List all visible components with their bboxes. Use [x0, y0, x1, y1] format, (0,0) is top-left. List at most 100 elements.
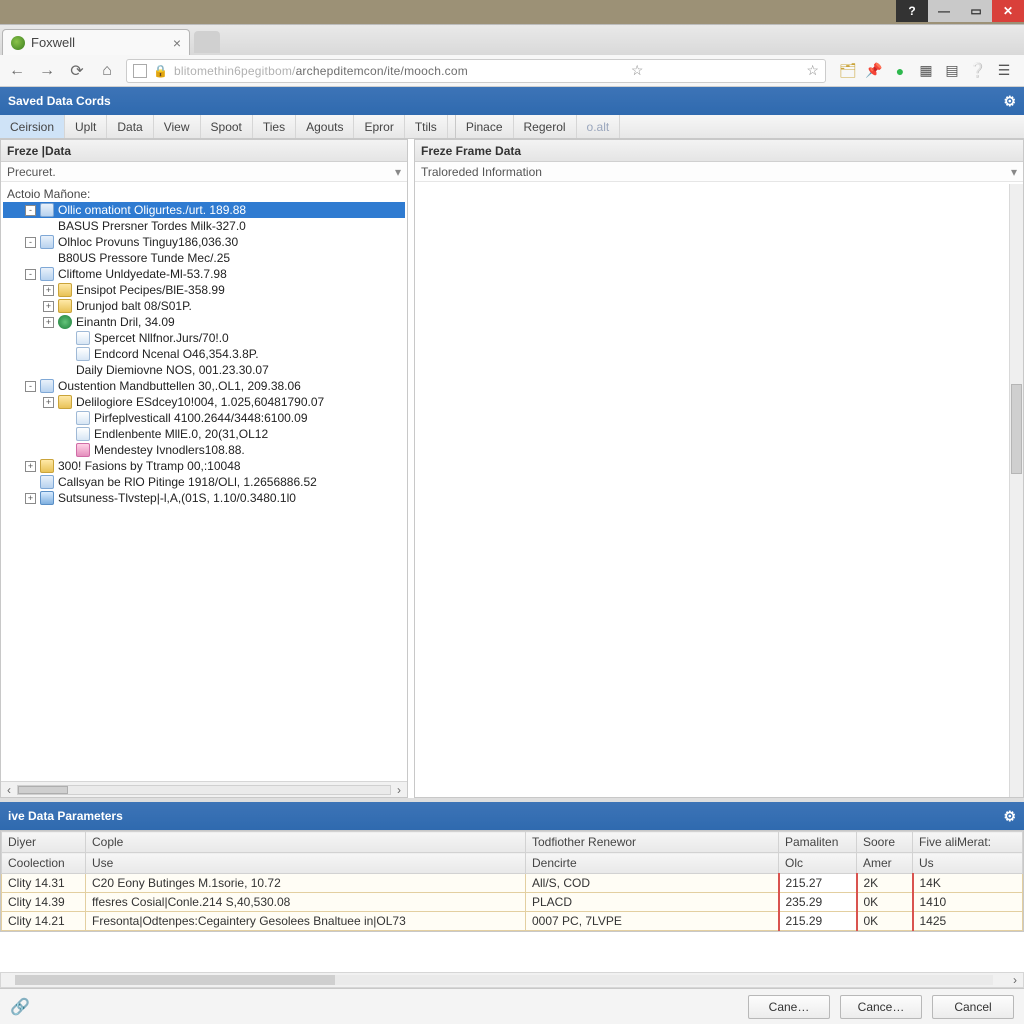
grid-icon[interactable]: ▦: [918, 63, 934, 79]
tree-item[interactable]: Daily Diemiovne NOS, 001.23.30.07: [3, 362, 405, 378]
pin-icon[interactable]: 📌: [866, 63, 882, 79]
tree-item[interactable]: -Cliftome Unldyedate-Ml-53.7.98: [3, 266, 405, 282]
sub-coolection[interactable]: Coolection: [2, 853, 86, 874]
bookmark-star2-icon[interactable]: ☆: [806, 62, 819, 79]
tree-item[interactable]: +Delilogiore ESdcey10!004, 1.025,6048179…: [3, 394, 405, 410]
tree-item[interactable]: +300! Fasions by Ttramp 00,:10048: [3, 458, 405, 474]
col-renewor[interactable]: Todfiother Renewor: [526, 832, 779, 853]
sub-amer[interactable]: Amer: [857, 853, 913, 874]
folder-icon[interactable]: 🗂: [840, 63, 856, 79]
whatsapp-icon[interactable]: ●: [892, 63, 908, 79]
sub-us[interactable]: Us: [913, 853, 1023, 874]
tab-close-icon[interactable]: ×: [173, 35, 181, 51]
tree-twist-icon[interactable]: +: [25, 493, 36, 504]
tree-item[interactable]: +Ensipot Pecipes/BlE-358.99: [3, 282, 405, 298]
menu-ceirsion[interactable]: Ceirsion: [0, 115, 65, 138]
pane-tools-icon[interactable]: ▾: [395, 162, 401, 182]
tree-item[interactable]: B80US Pressore Tunde Mec/.25: [3, 250, 405, 266]
tree-view[interactable]: Actoio Mañone: -Ollic omationt Oligurtes…: [1, 182, 407, 781]
tree-item[interactable]: +Sutsuness-Tlvstep|-l,A,(01S, 1.10/0.348…: [3, 490, 405, 506]
home-button[interactable]: ⌂: [96, 60, 118, 82]
cane-button[interactable]: Cane…: [748, 995, 830, 1019]
page-icon: [40, 235, 54, 249]
menu-icon[interactable]: ☰: [996, 63, 1012, 79]
menu-regerol[interactable]: Regerol: [514, 115, 577, 138]
tree-item[interactable]: Endcord Ncenal O46,354.3.8P.: [3, 346, 405, 362]
tree-item[interactable]: Pirfeplvesticall 4100.2644/3448:6100.09: [3, 410, 405, 426]
live-hscroll[interactable]: ›: [0, 972, 1024, 988]
new-tab-button[interactable]: [194, 31, 220, 53]
menu-view[interactable]: View: [154, 115, 201, 138]
tree-label: Spercet Nllfnor.Jurs/70!.0: [94, 331, 229, 345]
sub-dencirte[interactable]: Dencirte: [526, 853, 779, 874]
gear-icon[interactable]: ⚙: [1003, 93, 1016, 110]
menu-data[interactable]: Data: [107, 115, 153, 138]
tree-item[interactable]: - Ollic omationt Oligurtes./urt. 189.88: [3, 202, 405, 218]
menu-uplt[interactable]: Uplt: [65, 115, 107, 138]
browser-tab[interactable]: Foxwell ×: [2, 29, 190, 55]
col-cople[interactable]: Cople: [86, 832, 526, 853]
menu-spoot[interactable]: Spoot: [201, 115, 253, 138]
help-button[interactable]: ?: [896, 0, 928, 22]
tree-twist-icon[interactable]: +: [43, 397, 54, 408]
bookmark-star-icon[interactable]: ☆: [631, 62, 644, 79]
col-pamaliten[interactable]: Pamaliten: [779, 832, 857, 853]
tree-item[interactable]: Endlenbente MllE.0, 20(31,OL12: [3, 426, 405, 442]
tree-label: Mendestey Ivnodlers108.88.: [94, 443, 245, 457]
in-icon: [40, 491, 54, 505]
tree-item[interactable]: +Einantn Dril, 34.09: [3, 314, 405, 330]
menu-agouts[interactable]: Agouts: [296, 115, 354, 138]
cancel-button[interactable]: Cancel: [932, 995, 1014, 1019]
tree-twist-icon[interactable]: +: [43, 285, 54, 296]
tree-item[interactable]: Spercet Nllfnor.Jurs/70!.0: [3, 330, 405, 346]
pane-tools2-icon[interactable]: ▾: [1011, 162, 1017, 182]
cell: Fresonta|Odtenpes:Cegaintery Gesolees Bn…: [86, 912, 526, 931]
page-icon: [40, 267, 54, 281]
link-icon[interactable]: 🔗: [10, 997, 30, 1017]
tree-twist-icon[interactable]: -: [25, 205, 36, 216]
minimize-button[interactable]: —: [928, 0, 960, 22]
tree-item[interactable]: -Oustention Mandbuttellen 30,.OL1, 209.3…: [3, 378, 405, 394]
table-row[interactable]: Clity 14.39ffesres Cosial|Conle.214 S,40…: [2, 893, 1023, 912]
tree-twist-icon[interactable]: +: [43, 301, 54, 312]
col-merat[interactable]: Five aliMerat:: [913, 832, 1023, 853]
left-hscroll[interactable]: ‹›: [1, 781, 407, 797]
menu-pinace[interactable]: Pinace: [456, 115, 514, 138]
table-row[interactable]: Clity 14.31C20 Eony Butinges M.1sorie, 1…: [2, 874, 1023, 893]
back-button[interactable]: ←: [6, 60, 28, 82]
maximize-button[interactable]: ▭: [960, 0, 992, 22]
live-grid[interactable]: Diyer Cople Todfiother Renewor Pamaliten…: [0, 830, 1024, 932]
tree-twist-icon[interactable]: +: [43, 317, 54, 328]
tree-label: Ollic omationt Oligurtes./urt. 189.88: [58, 203, 246, 217]
address-bar[interactable]: 🔒 blitomethin6pegitbom/archepditemcon/it…: [126, 59, 826, 83]
sub-use[interactable]: Use: [86, 853, 526, 874]
cance-button[interactable]: Cance…: [840, 995, 922, 1019]
tree-item[interactable]: Callsyan be RlO Pitinge 1918/OLl, 1.2656…: [3, 474, 405, 490]
page-icon: [40, 475, 54, 489]
tree-item[interactable]: BASUS Prersner Tordes Milk-327.0: [3, 218, 405, 234]
col-soore[interactable]: Soore: [857, 832, 913, 853]
tree-item[interactable]: -Olhloc Provuns Tinguy186,036.30: [3, 234, 405, 250]
tree-twist-icon[interactable]: -: [25, 269, 36, 280]
gear2-icon[interactable]: ⚙: [1003, 808, 1016, 825]
window-titlebar: ? — ▭ ✕: [896, 0, 1024, 24]
tree-twist-icon[interactable]: -: [25, 237, 36, 248]
left-pane: Freze |Data Precuret.▾ Actoio Mañone: -O…: [0, 139, 408, 798]
menu-ttils[interactable]: Ttils: [405, 115, 448, 138]
tree-twist-icon[interactable]: -: [25, 381, 36, 392]
info-icon[interactable]: ❔: [970, 63, 986, 79]
sub-olc[interactable]: Olc: [779, 853, 857, 874]
tree-twist-icon[interactable]: +: [25, 461, 36, 472]
reload-button[interactable]: ⟳: [66, 60, 88, 82]
table-row[interactable]: Clity 14.21Fresonta|Odtenpes:Cegaintery …: [2, 912, 1023, 931]
menu-epror[interactable]: Epror: [354, 115, 404, 138]
cast-icon[interactable]: ▤: [944, 63, 960, 79]
right-vscroll[interactable]: [1009, 184, 1023, 797]
col-diyer[interactable]: Diyer: [2, 832, 86, 853]
tree-item[interactable]: +Drunjod balt 08/S01P.: [3, 298, 405, 314]
close-button[interactable]: ✕: [992, 0, 1024, 22]
menu-ties[interactable]: Ties: [253, 115, 296, 138]
forward-button[interactable]: →: [36, 60, 58, 82]
cell: 0K: [857, 893, 913, 912]
tree-item[interactable]: Mendestey Ivnodlers108.88.: [3, 442, 405, 458]
